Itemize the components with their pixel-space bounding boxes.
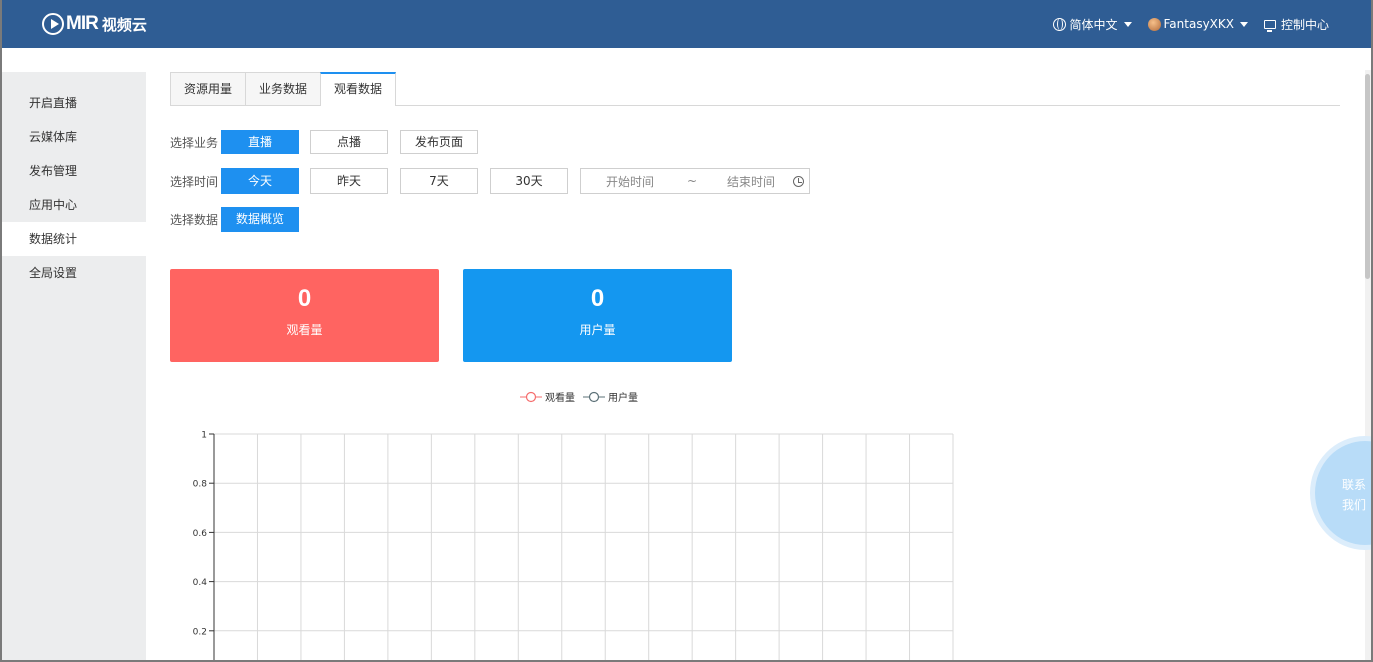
- data-filter-label: 选择数据: [170, 213, 219, 227]
- viewing-line-chart: 1 0.8 0.6 0.4 0.2: [193, 431, 954, 662]
- scrollbar-thumb[interactable]: [1365, 74, 1370, 279]
- tab-viewing-data[interactable]: 观看数据: [320, 72, 397, 106]
- y-tick-label: 0.4: [193, 578, 208, 588]
- users-count: 0: [590, 285, 605, 312]
- end-date-input[interactable]: 结束时间: [727, 173, 775, 190]
- tab-bar: 资源用量 业务数据 观看数据: [170, 72, 1340, 106]
- time-today-button[interactable]: 今天: [221, 168, 299, 194]
- data-filter-row: 选择数据 数据概览: [170, 207, 311, 232]
- tab-resource-usage[interactable]: 资源用量: [170, 72, 247, 105]
- legend-marker-views: [520, 391, 542, 402]
- monitor-icon: [1263, 19, 1276, 32]
- legend-item-views[interactable]: 观看量: [520, 389, 575, 404]
- avatar: [1147, 17, 1161, 31]
- play-icon: [42, 13, 64, 35]
- time-30days-button[interactable]: 30天: [490, 168, 568, 194]
- time-yesterday-button[interactable]: 昨天: [310, 168, 388, 194]
- time-filter-row: 选择时间 今天 昨天 7天 30天 开始时间 ~ 结束时间: [170, 168, 810, 194]
- chart-legend: 观看量 用户量: [520, 389, 638, 404]
- header-actions: 简体中文 FantasyXKX 控制中心: [1053, 0, 1329, 48]
- data-overview-button[interactable]: 数据概览: [221, 207, 299, 232]
- y-tick-label: 0.8: [193, 480, 208, 490]
- y-tick-label: 1: [201, 431, 207, 441]
- sidebar-item-statistics[interactable]: 数据统计: [2, 222, 146, 256]
- legend-item-users[interactable]: 用户量: [583, 389, 638, 404]
- contact-us-label: 联系我们: [1341, 478, 1366, 512]
- views-stat-card: 0 观看量: [170, 269, 439, 362]
- top-navbar: MIR 视频云 简体中文 FantasyXKX 控制中心: [0, 0, 1373, 48]
- sidebar-item-apps[interactable]: 应用中心: [2, 188, 146, 222]
- language-label: 简体中文: [1069, 17, 1118, 32]
- sidebar-item-settings[interactable]: 全局设置: [2, 256, 146, 290]
- sidebar-item-publish[interactable]: 发布管理: [2, 154, 146, 188]
- legend-label-users: 用户量: [608, 393, 638, 404]
- views-label: 观看量: [286, 323, 323, 337]
- y-tick-label: 0.6: [193, 529, 208, 539]
- views-count: 0: [297, 285, 312, 312]
- clock-icon: [793, 176, 804, 187]
- y-tick-label: 0.2: [193, 627, 207, 637]
- business-publish-page-button[interactable]: 发布页面: [400, 130, 478, 154]
- language-selector[interactable]: 简体中文: [1053, 16, 1132, 33]
- sidebar: 开启直播 云媒体库 发布管理 应用中心 数据统计 全局设置: [2, 72, 146, 662]
- business-filter-label: 选择业务: [170, 135, 219, 150]
- logo-subtitle: 视频云: [101, 15, 147, 34]
- start-date-input[interactable]: 开始时间: [606, 173, 654, 190]
- business-vod-button[interactable]: 点播: [310, 130, 388, 154]
- logo[interactable]: MIR 视频云: [42, 10, 147, 38]
- date-range-picker[interactable]: 开始时间 ~ 结束时间: [580, 168, 810, 194]
- chevron-down-icon: [1239, 21, 1248, 27]
- business-filter-row: 选择业务 直播 点播 发布页面: [170, 130, 490, 154]
- tab-business-data[interactable]: 业务数据: [245, 72, 322, 105]
- date-range-separator: ~: [687, 174, 698, 188]
- username: FantasyXKX: [1163, 17, 1234, 31]
- user-menu[interactable]: FantasyXKX: [1147, 17, 1248, 31]
- chevron-down-icon: [1123, 21, 1132, 27]
- legend-marker-users: [583, 391, 605, 402]
- time-7days-button[interactable]: 7天: [400, 168, 478, 194]
- sidebar-item-media-library[interactable]: 云媒体库: [2, 120, 146, 154]
- users-stat-card: 0 用户量: [463, 269, 732, 362]
- console-label: 控制中心: [1280, 17, 1329, 32]
- business-live-button[interactable]: 直播: [221, 130, 299, 154]
- legend-label-views: 观看量: [545, 393, 575, 404]
- sidebar-item-live[interactable]: 开启直播: [2, 86, 146, 120]
- users-label: 用户量: [579, 323, 616, 337]
- contact-us-button[interactable]: 联系我们: [1310, 436, 1373, 550]
- page-scrollbar[interactable]: [1365, 70, 1371, 662]
- globe-icon: [1053, 17, 1067, 31]
- logo-text: MIR: [66, 13, 99, 34]
- console-link[interactable]: 控制中心: [1263, 16, 1329, 33]
- time-filter-label: 选择时间: [170, 174, 219, 189]
